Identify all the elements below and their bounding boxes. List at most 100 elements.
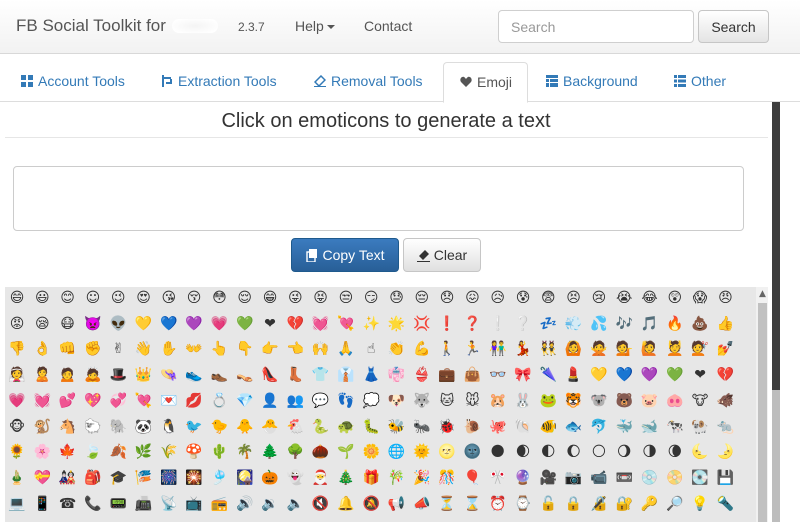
emoji-item[interactable]: 🐻 xyxy=(615,392,633,410)
tab-other[interactable]: Other xyxy=(674,62,726,102)
emoji-item[interactable]: 👻 xyxy=(286,469,304,487)
emoji-item[interactable]: 😒 xyxy=(337,289,355,307)
emoji-item[interactable]: 👗 xyxy=(362,366,380,384)
emoji-item[interactable]: 💜 xyxy=(641,366,659,384)
emoji-item[interactable]: 💇 xyxy=(691,340,709,358)
emoji-item[interactable]: 😥 xyxy=(489,289,507,307)
emoji-item[interactable]: 😘 xyxy=(160,289,178,307)
tab-background[interactable]: Background xyxy=(546,62,638,102)
emoji-item[interactable]: 💗 xyxy=(210,315,228,333)
emoji-item[interactable]: 🌼 xyxy=(362,443,380,461)
emoji-item[interactable]: 🙋 xyxy=(641,340,659,358)
emoji-item[interactable]: ❕ xyxy=(489,315,507,333)
emoji-item[interactable]: 📣 xyxy=(413,495,431,513)
emoji-item[interactable]: 🐭 xyxy=(463,392,481,410)
emoji-item[interactable]: 👡 xyxy=(236,366,254,384)
emoji-item[interactable]: 🐳 xyxy=(615,418,633,436)
emoji-item[interactable]: 👤 xyxy=(261,392,279,410)
emoji-item[interactable]: 💪 xyxy=(413,340,431,358)
emoji-item[interactable]: 👽 xyxy=(109,315,127,333)
emoji-item[interactable]: 💛 xyxy=(135,315,153,333)
emoji-item[interactable]: 🔔 xyxy=(337,495,355,513)
emoji-item[interactable]: 🐵 xyxy=(8,418,26,436)
emoji-item[interactable]: 📡 xyxy=(160,495,178,513)
emoji-item[interactable]: 🐀 xyxy=(716,418,734,436)
tab-account-tools[interactable]: Account Tools xyxy=(21,62,125,102)
emoji-item[interactable]: 🔓 xyxy=(539,495,557,513)
emoji-item[interactable]: 👑 xyxy=(135,366,153,384)
emoji-item[interactable]: 🍄 xyxy=(185,443,203,461)
emoji-item[interactable]: 🎍 xyxy=(8,469,26,487)
emoji-item[interactable]: 🐙 xyxy=(489,418,507,436)
emoji-item[interactable]: 🐬 xyxy=(590,418,608,436)
emoji-item[interactable]: ⌚ xyxy=(514,495,532,513)
emoji-item[interactable]: 💽 xyxy=(691,469,709,487)
emoji-item[interactable]: 🚶 xyxy=(438,340,456,358)
emoji-item[interactable]: 💕 xyxy=(59,392,77,410)
emoji-item[interactable]: 🎑 xyxy=(236,469,254,487)
emoji-item[interactable]: 🌑 xyxy=(489,443,507,461)
emoji-item[interactable]: 👐 xyxy=(185,340,203,358)
emoji-item[interactable]: ☎ xyxy=(59,495,77,513)
emoji-item[interactable]: 👙 xyxy=(413,366,431,384)
emoji-item[interactable]: 💎 xyxy=(236,392,254,410)
emoji-item[interactable]: 😜 xyxy=(286,289,304,307)
emoji-item[interactable]: 😌 xyxy=(236,289,254,307)
emoji-item[interactable]: 🎃 xyxy=(261,469,279,487)
emoji-item[interactable]: 🐟 xyxy=(565,418,583,436)
emoji-item[interactable]: 😷 xyxy=(59,315,77,333)
emoji-item[interactable]: 👊 xyxy=(59,340,77,358)
emoji-item[interactable]: 👕 xyxy=(312,366,330,384)
emoji-item[interactable]: 👠 xyxy=(261,366,279,384)
emoji-item[interactable]: 💔 xyxy=(286,315,304,333)
tab-extraction-tools[interactable]: Extraction Tools xyxy=(161,62,277,102)
emoji-item[interactable]: 🐮 xyxy=(691,392,709,410)
emoji-item[interactable]: 🎆 xyxy=(160,469,178,487)
emoji-item[interactable]: 📟 xyxy=(109,495,127,513)
emoji-item[interactable]: 💩 xyxy=(691,315,709,333)
emoji-item[interactable]: 💃 xyxy=(514,340,532,358)
emoji-item[interactable]: 💭 xyxy=(362,392,380,410)
generated-text-area[interactable] xyxy=(13,166,744,231)
emoji-item[interactable]: 🐴 xyxy=(59,418,77,436)
emoji-item[interactable]: 👎 xyxy=(8,340,26,358)
emoji-item[interactable]: 🌖 xyxy=(615,443,633,461)
emoji-item[interactable]: 🔒 xyxy=(565,495,583,513)
emoji-item[interactable]: 🔉 xyxy=(261,495,279,513)
emoji-item[interactable]: 🔑 xyxy=(641,495,659,513)
emoji-item[interactable]: 💬 xyxy=(312,392,330,410)
emoji-item[interactable]: 😚 xyxy=(185,289,203,307)
emoji-item[interactable]: 😖 xyxy=(463,289,481,307)
emoji-item[interactable]: 💅 xyxy=(716,340,734,358)
emoji-item[interactable]: 🌕 xyxy=(590,443,608,461)
emoji-item[interactable]: 😳 xyxy=(210,289,228,307)
emoji-item[interactable]: 💜 xyxy=(185,315,203,333)
emoji-item[interactable]: 💍 xyxy=(210,392,228,410)
emoji-item[interactable]: 🌂 xyxy=(539,366,557,384)
emoji-item[interactable]: 🌿 xyxy=(135,443,153,461)
emoji-item[interactable]: 🎎 xyxy=(59,469,77,487)
emoji-item[interactable]: ❤ xyxy=(261,315,279,333)
emoji-item[interactable]: 🐜 xyxy=(413,418,431,436)
emoji-item[interactable]: 🎶 xyxy=(615,315,633,333)
emoji-item[interactable]: 😝 xyxy=(312,289,330,307)
emoji-item[interactable]: 🐑 xyxy=(84,418,102,436)
emoji-item[interactable]: 🌵 xyxy=(210,443,228,461)
emoji-item[interactable]: 💙 xyxy=(615,366,633,384)
emoji-item[interactable]: 🐯 xyxy=(565,392,583,410)
emoji-item[interactable]: 💖 xyxy=(84,392,102,410)
emoji-item[interactable]: 💨 xyxy=(565,315,583,333)
emoji-item[interactable]: 🌱 xyxy=(337,443,355,461)
emoji-item[interactable]: 😊 xyxy=(59,289,77,307)
emoji-item[interactable]: 👉 xyxy=(261,340,279,358)
emoji-item[interactable]: 🐚 xyxy=(514,418,532,436)
emoji-item[interactable]: 👘 xyxy=(388,366,406,384)
emoji-item[interactable]: 🔐 xyxy=(615,495,633,513)
emoji-item[interactable]: 🎌 xyxy=(489,469,507,487)
emoji-item[interactable]: 🙅 xyxy=(590,340,608,358)
emoji-item[interactable]: 👢 xyxy=(286,366,304,384)
emoji-item[interactable]: 🐣 xyxy=(261,418,279,436)
emoji-item[interactable]: 🐋 xyxy=(641,418,659,436)
emoji-item[interactable]: 🌘 xyxy=(666,443,684,461)
emoji-item[interactable]: 🎒 xyxy=(84,469,102,487)
